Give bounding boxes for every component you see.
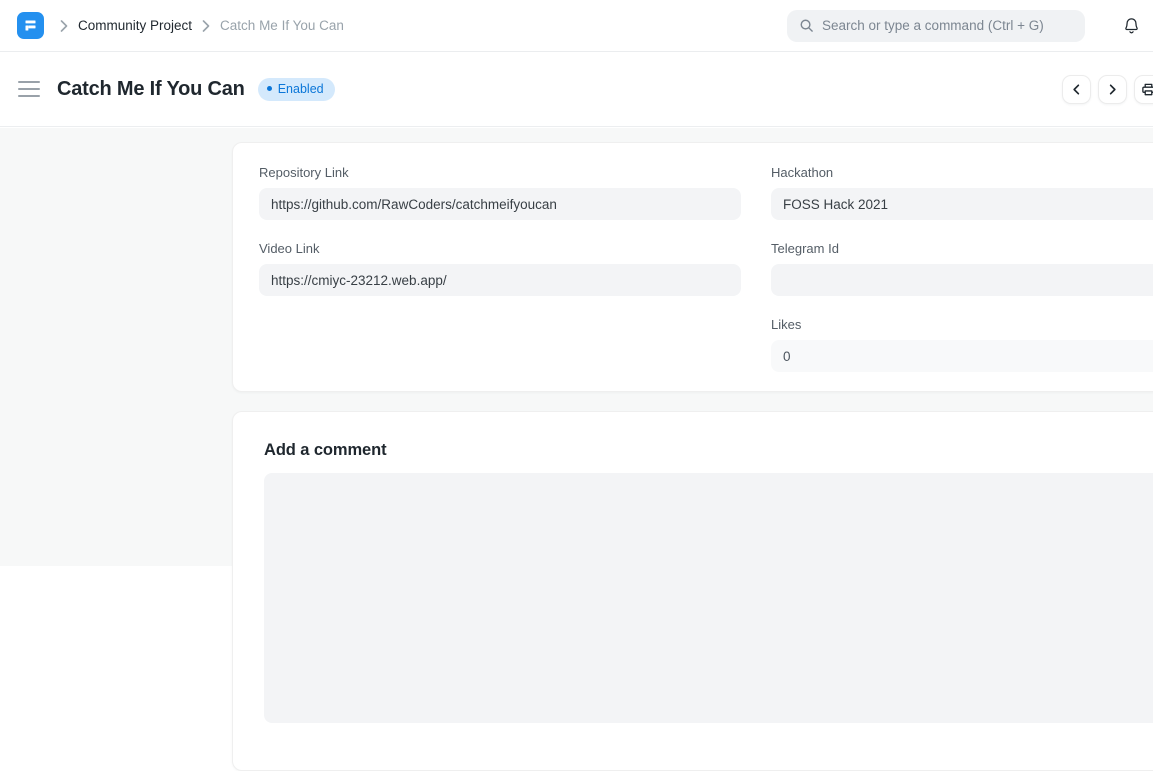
field-likes: Likes bbox=[771, 317, 1153, 372]
status-badge-label: Enabled bbox=[278, 82, 324, 96]
field-label: Hackathon bbox=[771, 165, 1153, 180]
breadcrumb-chevron-icon bbox=[202, 20, 210, 32]
frappe-logo[interactable] bbox=[17, 12, 44, 39]
form-grid: Repository Link Video Link Hackathon Tel… bbox=[259, 165, 1153, 393]
breadcrumb-item-community-project[interactable]: Community Project bbox=[78, 18, 192, 33]
bell-icon bbox=[1122, 16, 1141, 36]
repository-link-input[interactable] bbox=[259, 188, 741, 220]
next-document-button[interactable] bbox=[1098, 75, 1127, 104]
page-title: Catch Me If You Can bbox=[57, 78, 245, 101]
form-column-left: Repository Link Video Link bbox=[259, 165, 741, 393]
printer-icon bbox=[1141, 82, 1153, 97]
notifications-button[interactable] bbox=[1120, 14, 1143, 38]
field-label: Video Link bbox=[259, 241, 741, 256]
status-badge: Enabled bbox=[258, 78, 335, 101]
comment-section-card: Add a comment bbox=[232, 411, 1153, 771]
video-link-input[interactable] bbox=[259, 264, 741, 296]
form-section-card: Repository Link Video Link Hackathon Tel… bbox=[232, 142, 1153, 392]
field-repository-link: Repository Link bbox=[259, 165, 741, 220]
sidebar-toggle-button[interactable] bbox=[18, 81, 40, 97]
form-body: Repository Link Video Link Hackathon Tel… bbox=[0, 128, 1153, 566]
previous-document-button[interactable] bbox=[1062, 75, 1091, 104]
breadcrumb-item-current-doc[interactable]: Catch Me If You Can bbox=[220, 18, 344, 33]
search-input[interactable] bbox=[822, 18, 1073, 33]
form-column-right: Hackathon Telegram Id Likes bbox=[771, 165, 1153, 393]
field-hackathon: Hackathon bbox=[771, 165, 1153, 220]
top-navbar: Community Project Catch Me If You Can bbox=[0, 0, 1153, 52]
print-button[interactable] bbox=[1134, 75, 1153, 104]
header-actions bbox=[1062, 75, 1153, 104]
page-header: Catch Me If You Can Enabled bbox=[0, 52, 1153, 127]
comment-input[interactable] bbox=[264, 473, 1153, 723]
hackathon-input[interactable] bbox=[771, 188, 1153, 220]
status-dot-icon bbox=[267, 86, 272, 91]
comment-section-heading: Add a comment bbox=[264, 441, 1153, 460]
field-label: Telegram Id bbox=[771, 241, 1153, 256]
chevron-right-icon bbox=[1106, 83, 1119, 96]
frappe-logo-icon bbox=[23, 18, 38, 33]
telegram-id-input[interactable] bbox=[771, 264, 1153, 296]
field-label: Repository Link bbox=[259, 165, 741, 180]
likes-value bbox=[771, 340, 1153, 372]
breadcrumb-chevron-icon bbox=[60, 20, 68, 32]
global-search-bar[interactable] bbox=[787, 10, 1085, 42]
hamburger-icon bbox=[18, 81, 40, 83]
field-video-link: Video Link bbox=[259, 241, 741, 296]
search-icon bbox=[799, 18, 814, 33]
chevron-left-icon bbox=[1070, 83, 1083, 96]
field-label: Likes bbox=[771, 317, 1153, 332]
field-telegram-id: Telegram Id bbox=[771, 241, 1153, 296]
